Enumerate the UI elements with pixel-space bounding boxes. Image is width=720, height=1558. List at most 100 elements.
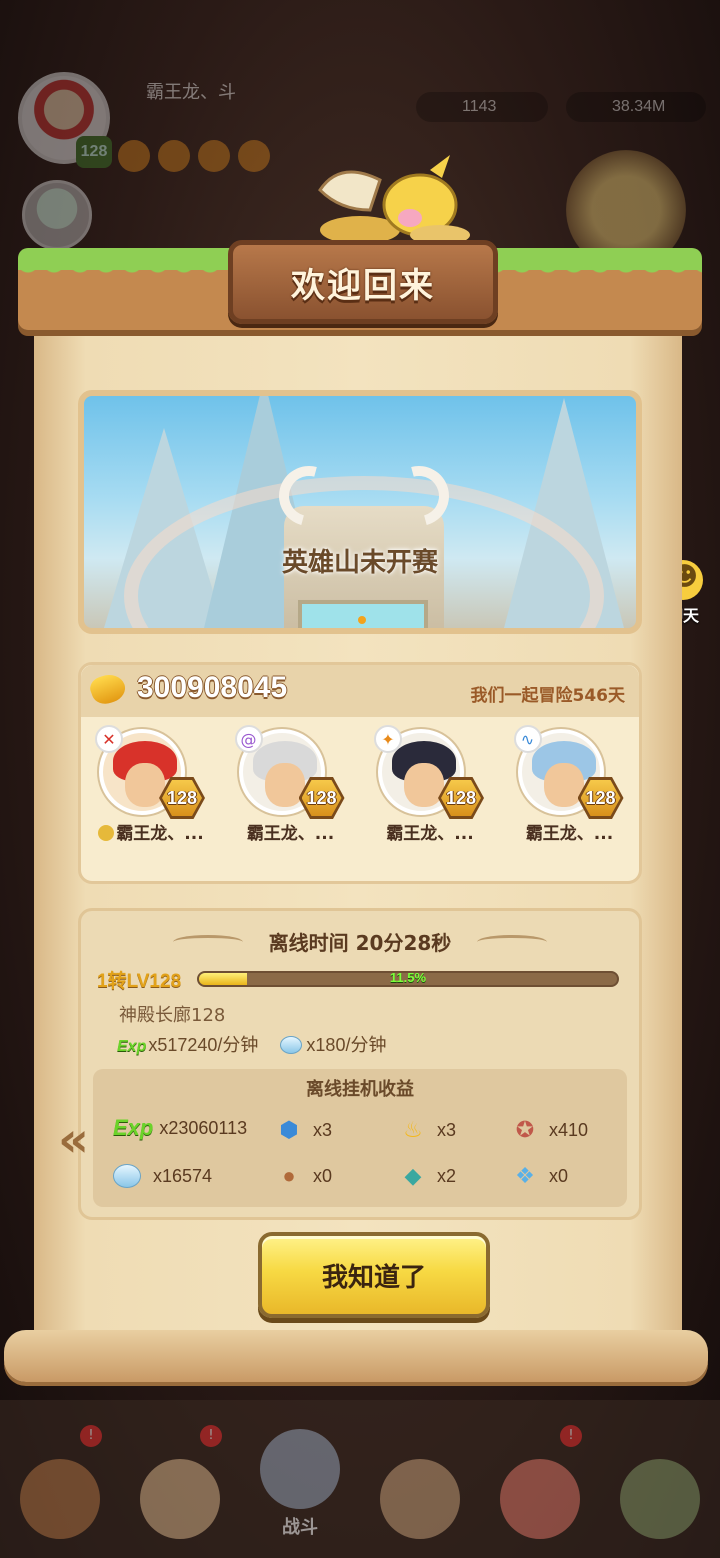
secondary-avatar[interactable] bbox=[22, 180, 92, 250]
exp-rate: Exp x517240/分钟 bbox=[117, 1031, 258, 1057]
rebirth-level: 1转LV128 bbox=[97, 971, 182, 992]
player-buff-icons[interactable] bbox=[118, 140, 270, 172]
flame-icon: ✦ bbox=[374, 725, 402, 753]
buff-icon[interactable] bbox=[118, 140, 150, 172]
exp-rate-value: x517240/分钟 bbox=[148, 1035, 259, 1055]
hero-name: 霸王龙、... bbox=[360, 819, 500, 844]
reward-item[interactable]: ◆ x2 bbox=[397, 1161, 456, 1191]
hero-name-text: 霸王龙、... bbox=[525, 824, 614, 844]
banner-page-dot bbox=[358, 616, 366, 624]
reward-value: x410 bbox=[549, 1119, 589, 1140]
hero-name-text: 霸王龙、... bbox=[116, 824, 204, 844]
bear-icon bbox=[20, 1459, 100, 1539]
hero-level: 128 bbox=[301, 780, 342, 816]
reward-value: x3 bbox=[313, 1119, 333, 1140]
crystal-icon: ◆ bbox=[404, 1163, 422, 1188]
gem-shape bbox=[113, 1164, 141, 1188]
buff-icon[interactable] bbox=[158, 140, 190, 172]
medal-icon: ✪ bbox=[515, 1117, 535, 1142]
lamp-icon: ♨ bbox=[403, 1117, 423, 1142]
hero-list: ✕ 128 霸王龙、... @ 128 霸王龙、... ✦ 128 霸王龙、..… bbox=[81, 725, 639, 875]
alert-bell-icon: ! bbox=[560, 1425, 582, 1447]
reward-item[interactable]: Exp x23060113 bbox=[113, 1115, 247, 1141]
reward-item[interactable]: ⬢ x3 bbox=[273, 1115, 332, 1145]
nav-elder[interactable] bbox=[370, 1419, 470, 1539]
team-panel: 300908045 我们一起冒险546天 ✕ 128 霸王龙、... @ 128… bbox=[78, 662, 642, 884]
hero-face bbox=[264, 763, 305, 807]
hero-icon bbox=[140, 1459, 220, 1539]
adventure-days: 我们一起冒险546天 bbox=[470, 686, 626, 706]
totem-icon bbox=[620, 1459, 700, 1539]
swirl-icon: @ bbox=[234, 725, 263, 753]
hero-face bbox=[125, 763, 165, 807]
hero-level: 128 bbox=[580, 780, 621, 816]
reward-item[interactable]: x16574 bbox=[113, 1161, 212, 1191]
confirm-button[interactable]: 我知道了 bbox=[258, 1232, 490, 1318]
potion-icon: ⬢ bbox=[279, 1117, 299, 1142]
reward-value: x16574 bbox=[153, 1165, 213, 1186]
gem-icon bbox=[280, 1036, 303, 1054]
hero-card[interactable]: ∿ 128 霸王龙、... bbox=[500, 725, 640, 875]
player-level-badge: 128 bbox=[76, 136, 112, 168]
hero-face bbox=[404, 763, 444, 807]
level-progress-text: 11.5% bbox=[389, 971, 427, 985]
hero-mountain-banner[interactable]: 英雄山未开赛 bbox=[78, 390, 642, 634]
reward-item[interactable]: ✪ x410 bbox=[509, 1115, 588, 1145]
nav-guild[interactable] bbox=[610, 1419, 710, 1539]
gem-rate-value: x180/分钟 bbox=[306, 1035, 387, 1055]
offline-rewards: 离线挂机收益 Exp x23060113 ⬢ x3 ♨ x3 ✪ x410 x1… bbox=[93, 1069, 627, 1207]
fire-icon: ✕ bbox=[95, 725, 123, 753]
banner-caption: 英雄山未开赛 bbox=[281, 548, 438, 578]
income-rates: Exp x517240/分钟 x180/分钟 bbox=[117, 1031, 386, 1057]
nav-shop[interactable]: ! bbox=[490, 1419, 590, 1539]
ice-crystal-icon: ❖ bbox=[515, 1163, 535, 1188]
buff-icon[interactable] bbox=[198, 140, 230, 172]
hero-name-text: 霸王龙、... bbox=[386, 824, 474, 844]
exp-icon: Exp bbox=[113, 1115, 154, 1140]
hero-name: 霸王龙、... bbox=[81, 819, 221, 844]
reward-item[interactable]: ● x0 bbox=[273, 1161, 332, 1191]
exp-icon: Exp bbox=[117, 1038, 147, 1055]
resource-counter-2: 38.34M bbox=[566, 92, 706, 122]
player-name: 霸王龙、斗 bbox=[146, 82, 236, 102]
nav-hero[interactable]: ! bbox=[130, 1419, 230, 1539]
alert-bell-icon: ! bbox=[200, 1425, 222, 1447]
elder-icon bbox=[380, 1459, 460, 1539]
hero-face bbox=[543, 763, 584, 807]
rewards-title: 离线挂机收益 bbox=[306, 1079, 414, 1100]
alert-bell-icon: ! bbox=[80, 1425, 102, 1447]
stage-name: 神殿长廊128 bbox=[119, 1005, 226, 1026]
dialog-title-plate: 欢迎回来 bbox=[228, 240, 498, 324]
bottom-nav: ! ! 战斗 ! bbox=[0, 1400, 720, 1558]
hero-name-text: 霸王龙、... bbox=[246, 824, 335, 844]
mascot-icon bbox=[500, 1459, 580, 1539]
reward-item[interactable]: ❖ x0 bbox=[509, 1161, 568, 1191]
meat-icon: ● bbox=[282, 1163, 296, 1188]
scroll-bottom-rod bbox=[4, 1330, 708, 1382]
gold-ingot-icon bbox=[87, 670, 129, 708]
buff-icon[interactable] bbox=[238, 140, 270, 172]
team-power: 300908045 bbox=[137, 671, 288, 704]
nav-pet[interactable]: ! bbox=[10, 1419, 110, 1539]
hero-card[interactable]: @ 128 霸王龙、... bbox=[221, 725, 361, 875]
hero-level: 128 bbox=[162, 780, 202, 816]
offline-time: 离线时间 20分28秒 bbox=[268, 931, 452, 955]
reward-value: x2 bbox=[437, 1165, 457, 1186]
reward-value: x3 bbox=[437, 1119, 457, 1140]
reward-item[interactable]: ♨ x3 bbox=[397, 1115, 456, 1145]
hero-card[interactable]: ✦ 128 霸王龙、... bbox=[360, 725, 500, 875]
reward-value: x0 bbox=[549, 1165, 569, 1186]
hero-card[interactable]: ✕ 128 霸王龙、... bbox=[81, 725, 221, 875]
offline-panel: 离线时间 20分28秒 1转LV128 11.5% 神殿长廊128 Exp x51… bbox=[78, 908, 642, 1220]
collapse-arrow-icon[interactable]: « bbox=[58, 1112, 89, 1168]
team-header: 300908045 我们一起冒险546天 bbox=[81, 665, 639, 717]
hero-name: 霸王龙、... bbox=[221, 819, 361, 844]
gem-icon bbox=[113, 1161, 145, 1191]
dialog-title: 欢迎回来 bbox=[291, 265, 435, 306]
hero-name: 霸王龙、... bbox=[500, 819, 640, 844]
level-progress-bar: 11.5% bbox=[197, 971, 619, 987]
nav-battle[interactable]: 战斗 bbox=[250, 1419, 350, 1539]
hero-level: 128 bbox=[441, 780, 481, 816]
reward-value: x23060113 bbox=[159, 1117, 248, 1138]
reward-value: x0 bbox=[313, 1165, 333, 1186]
